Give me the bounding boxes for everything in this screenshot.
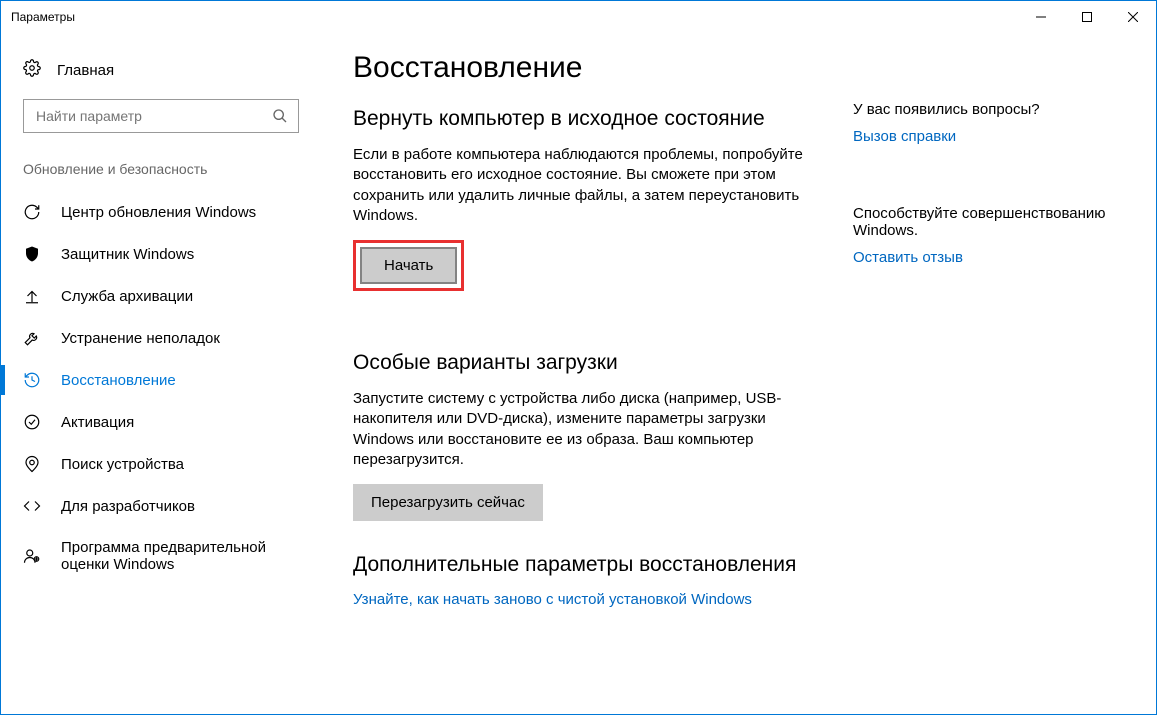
advanced-startup-section: Особые варианты загрузки Запустите систе…: [353, 351, 813, 521]
history-icon: [23, 371, 41, 389]
highlight-box: Начать: [353, 240, 464, 291]
person-icon: [23, 547, 41, 565]
fresh-start-link[interactable]: Узнайте, как начать заново с чистой уста…: [353, 591, 813, 608]
sidebar-item-insider[interactable]: Программа предварительной оценки Windows: [1, 527, 321, 585]
titlebar: Параметры: [1, 1, 1156, 33]
sidebar-item-windows-update[interactable]: Центр обновления Windows: [1, 191, 321, 233]
code-icon: [23, 497, 41, 515]
sidebar-item-defender[interactable]: Защитник Windows: [1, 233, 321, 275]
location-icon: [23, 455, 41, 473]
sidebar-item-label: Устранение неполадок: [61, 330, 299, 347]
sync-icon: [23, 203, 41, 221]
reset-start-button[interactable]: Начать: [360, 247, 457, 284]
wrench-icon: [23, 329, 41, 347]
reset-heading: Вернуть компьютер в исходное состояние: [353, 107, 813, 131]
group-label: Обновление и безопасность: [1, 151, 321, 191]
main-column: Восстановление Вернуть компьютер в исход…: [353, 51, 813, 714]
right-column: У вас появились вопросы? Вызов справки С…: [853, 51, 1113, 714]
reset-text: Если в работе компьютера наблюдаются про…: [353, 145, 813, 226]
sidebar-item-label: Поиск устройства: [61, 456, 299, 473]
sidebar-item-activation[interactable]: Активация: [1, 401, 321, 443]
window-controls: [1018, 1, 1156, 33]
minimize-icon: [1036, 12, 1046, 22]
feedback-heading: Способствуйте совершенствованию Windows.: [853, 205, 1113, 239]
sidebar-item-label: Центр обновления Windows: [61, 204, 299, 221]
search-input[interactable]: [34, 107, 272, 125]
feedback-block: Способствуйте совершенствованию Windows.…: [853, 205, 1113, 266]
sidebar-item-label: Активация: [61, 414, 299, 431]
window-title: Параметры: [11, 10, 75, 24]
more-heading: Дополнительные параметры восстановления: [353, 553, 813, 577]
more-recovery-section: Дополнительные параметры восстановления …: [353, 553, 813, 608]
reset-section: Вернуть компьютер в исходное состояние Е…: [353, 107, 813, 319]
main: Восстановление Вернуть компьютер в исход…: [321, 33, 1156, 714]
content: Главная Обновление и безопасность Центр …: [1, 33, 1156, 714]
sidebar-item-find-device[interactable]: Поиск устройства: [1, 443, 321, 485]
sidebar: Главная Обновление и безопасность Центр …: [1, 33, 321, 714]
sidebar-item-troubleshoot[interactable]: Устранение неполадок: [1, 317, 321, 359]
sidebar-item-label: Программа предварительной оценки Windows: [61, 539, 299, 573]
check-circle-icon: [23, 413, 41, 431]
sidebar-item-label: Для разработчиков: [61, 498, 299, 515]
get-help-link[interactable]: Вызов справки: [853, 128, 1113, 145]
page-title: Восстановление: [353, 51, 813, 85]
sidebar-item-backup[interactable]: Служба архивации: [1, 275, 321, 317]
search-icon: [272, 108, 288, 124]
sidebar-item-recovery[interactable]: Восстановление: [1, 359, 321, 401]
questions-block: У вас появились вопросы? Вызов справки: [853, 101, 1113, 145]
advanced-text: Запустите систему с устройства либо диск…: [353, 389, 813, 470]
close-button[interactable]: [1110, 1, 1156, 33]
home-label: Главная: [57, 62, 114, 79]
maximize-icon: [1082, 12, 1092, 22]
minimize-button[interactable]: [1018, 1, 1064, 33]
gear-icon: [23, 59, 41, 81]
restart-now-button[interactable]: Перезагрузить сейчас: [353, 484, 543, 521]
sidebar-item-label: Защитник Windows: [61, 246, 299, 263]
maximize-button[interactable]: [1064, 1, 1110, 33]
sidebar-item-label: Восстановление: [61, 372, 299, 389]
upload-icon: [23, 287, 41, 305]
close-icon: [1128, 12, 1138, 22]
questions-heading: У вас появились вопросы?: [853, 101, 1113, 118]
home-link[interactable]: Главная: [1, 53, 321, 99]
search-input-container[interactable]: [23, 99, 299, 133]
advanced-heading: Особые варианты загрузки: [353, 351, 813, 375]
sidebar-item-label: Служба архивации: [61, 288, 299, 305]
sidebar-item-developers[interactable]: Для разработчиков: [1, 485, 321, 527]
shield-icon: [23, 245, 41, 263]
feedback-link[interactable]: Оставить отзыв: [853, 249, 1113, 266]
settings-window: Параметры Главная: [0, 0, 1157, 715]
